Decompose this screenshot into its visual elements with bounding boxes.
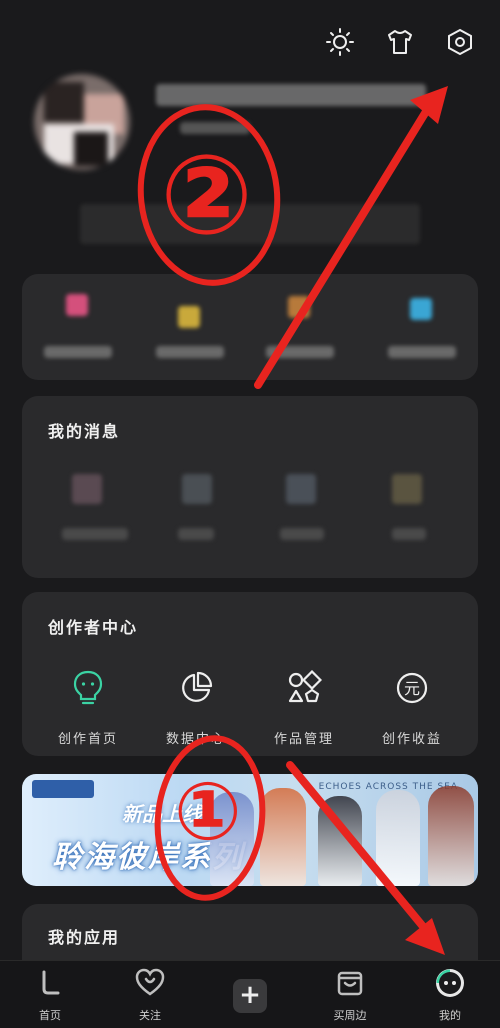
data-center-button[interactable]: 数据中心 — [146, 668, 246, 747]
quick-links-card — [22, 274, 478, 380]
tab-home-label: 首页 — [39, 1009, 61, 1022]
yuan-icon: 元 — [396, 672, 428, 704]
promo-banner[interactable]: ECHOES ACROSS THE SEA 新品上线 聆海彼岸系列 — [22, 774, 478, 886]
svg-text:元: 元 — [404, 679, 420, 698]
message-entry[interactable] — [182, 474, 212, 504]
quick-link-label — [156, 346, 224, 358]
message-entry-label — [178, 528, 214, 540]
creator-income-button[interactable]: 元 创作收益 — [362, 668, 462, 747]
tab-mine[interactable]: 我的 — [410, 967, 490, 1023]
shop-icon — [337, 971, 363, 996]
heart-icon — [135, 968, 165, 996]
quick-link-label — [388, 346, 456, 358]
annotation-step1: ① — [174, 765, 242, 858]
banner-character — [428, 786, 474, 886]
profile-face-icon — [436, 969, 464, 997]
username-blurred — [156, 84, 426, 106]
messages-title: 我的消息 — [48, 422, 121, 441]
messages-card: 我的消息 — [22, 396, 478, 578]
banner-character — [376, 790, 420, 886]
creator-home-button[interactable]: 创作首页 — [38, 668, 138, 747]
message-entry[interactable] — [72, 474, 102, 504]
tab-mine-label: 我的 — [439, 1009, 461, 1022]
shapes-icon — [288, 670, 322, 703]
quick-link-icon[interactable] — [288, 296, 310, 318]
banner-logo — [32, 780, 94, 798]
annotation-step2: ② — [160, 131, 254, 259]
tshirt-icon — [388, 30, 412, 54]
creator-center-card: 创作者中心 创作首页 数据中心 作品管理 元 创作收益 — [22, 592, 478, 756]
quick-link-label — [44, 346, 112, 358]
apps-title: 我的应用 — [48, 928, 121, 947]
settings-hex-icon — [448, 28, 472, 56]
message-entry-label — [62, 528, 128, 540]
quick-link-icon[interactable] — [410, 298, 432, 320]
quick-link-label — [266, 346, 334, 358]
quick-link-icon[interactable] — [178, 306, 200, 328]
theme-toggle-button[interactable] — [322, 24, 358, 60]
tab-home[interactable]: 首页 — [10, 967, 90, 1023]
tab-shop[interactable]: 买周边 — [310, 967, 390, 1023]
bottom-tab-bar: 首页 关注 + 买周边 我的 — [0, 960, 500, 1028]
message-entry-label — [280, 528, 324, 540]
banner-character — [260, 788, 306, 886]
tab-publish[interactable]: + — [210, 979, 290, 1013]
home-icon — [42, 970, 60, 995]
message-entry[interactable] — [286, 474, 316, 504]
creator-home-label: 创作首页 — [57, 732, 118, 747]
creator-income-label: 创作收益 — [381, 732, 442, 747]
works-manage-button[interactable]: 作品管理 — [254, 668, 354, 747]
tab-follow[interactable]: 关注 — [110, 967, 190, 1023]
creator-center-title: 创作者中心 — [48, 618, 139, 637]
settings-button[interactable] — [442, 24, 478, 60]
message-entry[interactable] — [392, 474, 422, 504]
tab-shop-label: 买周边 — [333, 1009, 367, 1022]
works-manage-label: 作品管理 — [273, 732, 334, 747]
bulb-face-icon — [73, 670, 103, 705]
sun-icon — [326, 28, 354, 56]
skin-button[interactable] — [382, 24, 418, 60]
banner-character — [318, 796, 362, 886]
data-center-label: 数据中心 — [165, 732, 226, 747]
plus-icon: + — [233, 979, 267, 1013]
message-entry-label — [392, 528, 426, 540]
avatar[interactable] — [34, 74, 130, 170]
tab-follow-label: 关注 — [139, 1009, 161, 1022]
quick-link-icon[interactable] — [66, 294, 88, 316]
pie-chart-icon — [182, 671, 213, 702]
